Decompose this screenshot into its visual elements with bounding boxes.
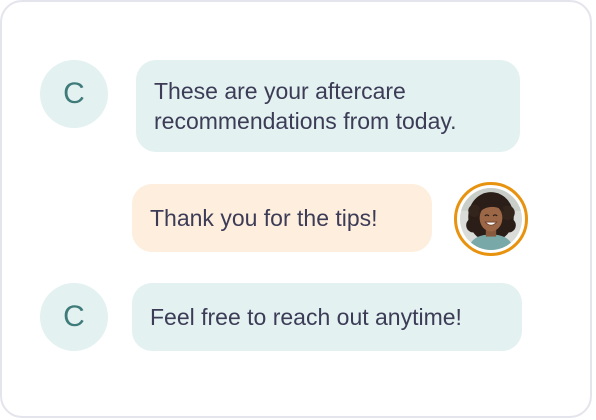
user-message-bubble: Thank you for the tips! (132, 184, 432, 252)
message-text-line: recommendations from today. (154, 108, 457, 134)
user-photo-avatar (454, 182, 528, 256)
chat-card: C These are your aftercare recommendatio… (0, 0, 592, 418)
agent-message-bubble: These are your aftercare recommendations… (136, 60, 520, 152)
agent-avatar: C (40, 283, 108, 351)
message-text-line: These are your aftercare (154, 78, 406, 104)
message-text: These are your aftercare recommendations… (154, 76, 457, 136)
user-portrait-icon (460, 188, 522, 250)
agent-message-bubble: Feel free to reach out anytime! (132, 283, 522, 351)
message-text: Thank you for the tips! (150, 205, 378, 231)
message-text: Feel free to reach out anytime! (150, 304, 462, 330)
agent-avatar: C (40, 60, 108, 128)
